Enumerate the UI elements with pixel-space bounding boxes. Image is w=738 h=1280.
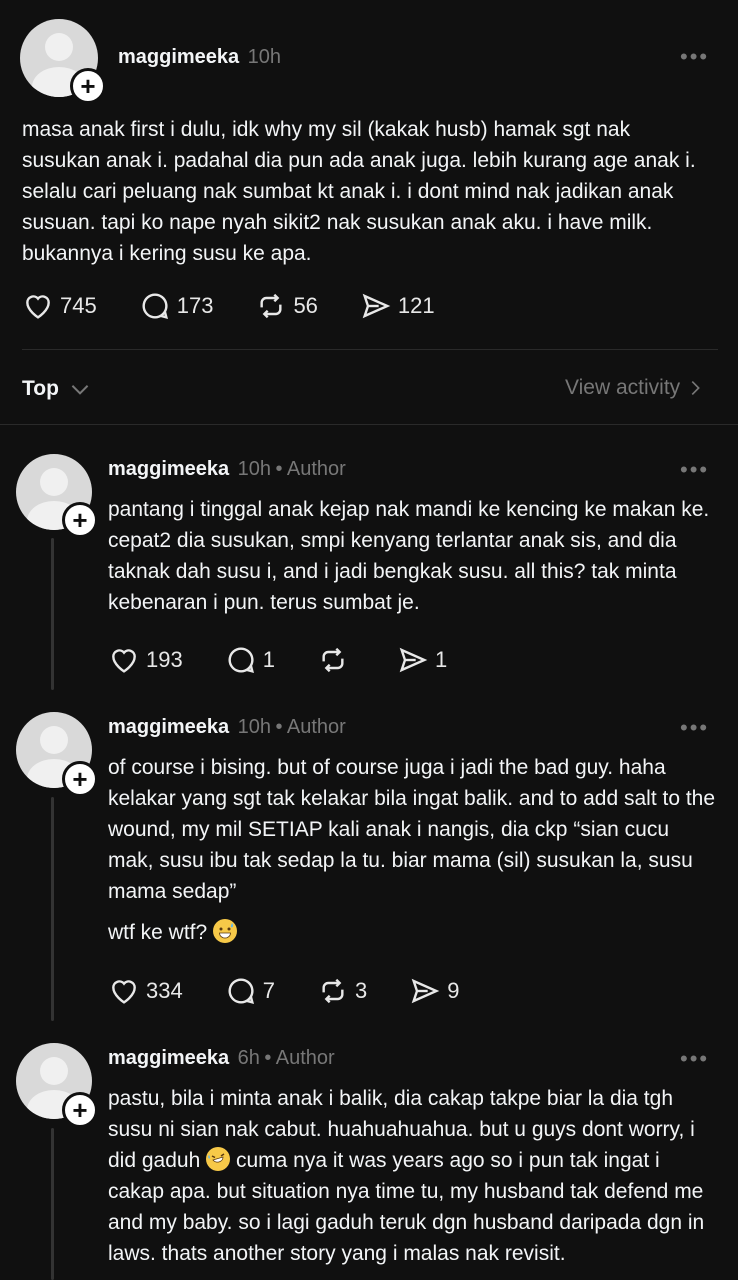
rolling-laughing-emoji-icon (206, 1147, 231, 1171)
reply-text-followup: wtf ke wtf? (108, 917, 238, 948)
chevron-right-icon (691, 380, 700, 396)
thread-line (51, 797, 54, 1021)
reply-count: 7 (262, 978, 275, 1003)
reply-button[interactable]: 7 (225, 975, 275, 1007)
share-icon (362, 293, 391, 319)
grinning-sweat-emoji-icon (213, 919, 238, 943)
share-button[interactable]: 121 (360, 290, 435, 322)
author-tag: • Author (275, 716, 346, 738)
follow-plus-icon[interactable]: + (62, 502, 98, 538)
reply-header: maggimeeka 10h • Author (108, 458, 346, 481)
post-actions: 745 173 56 121 (22, 290, 477, 322)
repost-count: 3 (354, 978, 368, 1003)
share-count: 1 (434, 647, 448, 672)
heart-icon (112, 980, 136, 1004)
heart-icon (26, 295, 50, 319)
share-icon (411, 978, 440, 1004)
reply-text: pantang i tinggal anak kejap nak mandi k… (108, 498, 710, 614)
username[interactable]: maggimeeka (108, 1047, 229, 1069)
like-button[interactable]: 193 (108, 644, 183, 676)
timestamp: 10h (237, 458, 271, 480)
reply-header: maggimeeka 10h • Author (108, 716, 346, 739)
divider (0, 424, 738, 425)
reply-text: pastu, bila i minta anak i balik, dia ca… (108, 1087, 705, 1265)
repost-icon (322, 978, 344, 1004)
author-tag: • Author (275, 458, 346, 480)
sort-label: Top (22, 377, 59, 400)
view-activity-label: View activity (565, 376, 681, 399)
view-activity-link[interactable]: View activity (565, 376, 706, 400)
username[interactable]: maggimeeka (108, 716, 229, 738)
chevron-down-icon (71, 385, 89, 395)
repost-count: 56 (293, 293, 318, 318)
follow-plus-icon[interactable]: + (70, 68, 106, 104)
username[interactable]: maggimeeka (108, 458, 229, 480)
repost-button[interactable]: 3 (317, 975, 367, 1007)
reply-count: 173 (176, 293, 214, 318)
repost-icon (322, 647, 344, 673)
thread-line (51, 538, 54, 690)
share-button[interactable]: 1 (397, 644, 447, 676)
author-tag: • Author (264, 1047, 335, 1069)
timestamp: 10h (247, 46, 281, 68)
more-icon[interactable]: ••• (680, 457, 709, 483)
share-icon (399, 647, 428, 673)
comment-icon (142, 293, 168, 319)
reply-actions: 334 7 3 9 (108, 975, 501, 1007)
follow-plus-icon[interactable]: + (62, 761, 98, 797)
reply-button[interactable]: 173 (139, 290, 214, 322)
like-button[interactable]: 334 (108, 975, 183, 1007)
more-icon[interactable]: ••• (680, 715, 709, 741)
post-text: masa anak first i dulu, idk why my sil (… (22, 118, 696, 265)
post-header: maggimeeka 10h (118, 46, 281, 69)
repost-icon (260, 293, 282, 319)
timestamp: 10h (237, 716, 271, 738)
divider (22, 349, 718, 350)
thread-line (51, 1128, 54, 1280)
like-count: 334 (146, 978, 183, 1003)
comment-icon (228, 647, 254, 673)
follow-plus-icon[interactable]: + (62, 1092, 98, 1128)
timestamp: 6h (237, 1047, 260, 1069)
like-count: 193 (146, 647, 183, 672)
more-icon[interactable]: ••• (680, 1046, 709, 1072)
like-count: 745 (60, 293, 97, 318)
reply-count: 1 (262, 647, 275, 672)
reply-text: of course i bising. but of course juga i… (108, 756, 716, 903)
comment-icon (228, 978, 254, 1004)
share-count: 9 (447, 978, 460, 1003)
repost-button[interactable] (317, 644, 355, 676)
reply-header: maggimeeka 6h • Author (108, 1047, 335, 1070)
username[interactable]: maggimeeka (118, 46, 239, 68)
share-count: 121 (397, 293, 435, 318)
like-button[interactable]: 745 (22, 290, 97, 322)
more-icon[interactable]: ••• (680, 44, 709, 70)
reply-button[interactable]: 1 (225, 644, 275, 676)
repost-button[interactable]: 56 (255, 290, 318, 322)
share-button[interactable]: 9 (409, 975, 459, 1007)
reply-actions: 193 1 1 (108, 644, 489, 676)
sort-dropdown[interactable]: Top (22, 376, 93, 402)
heart-icon (112, 649, 136, 673)
